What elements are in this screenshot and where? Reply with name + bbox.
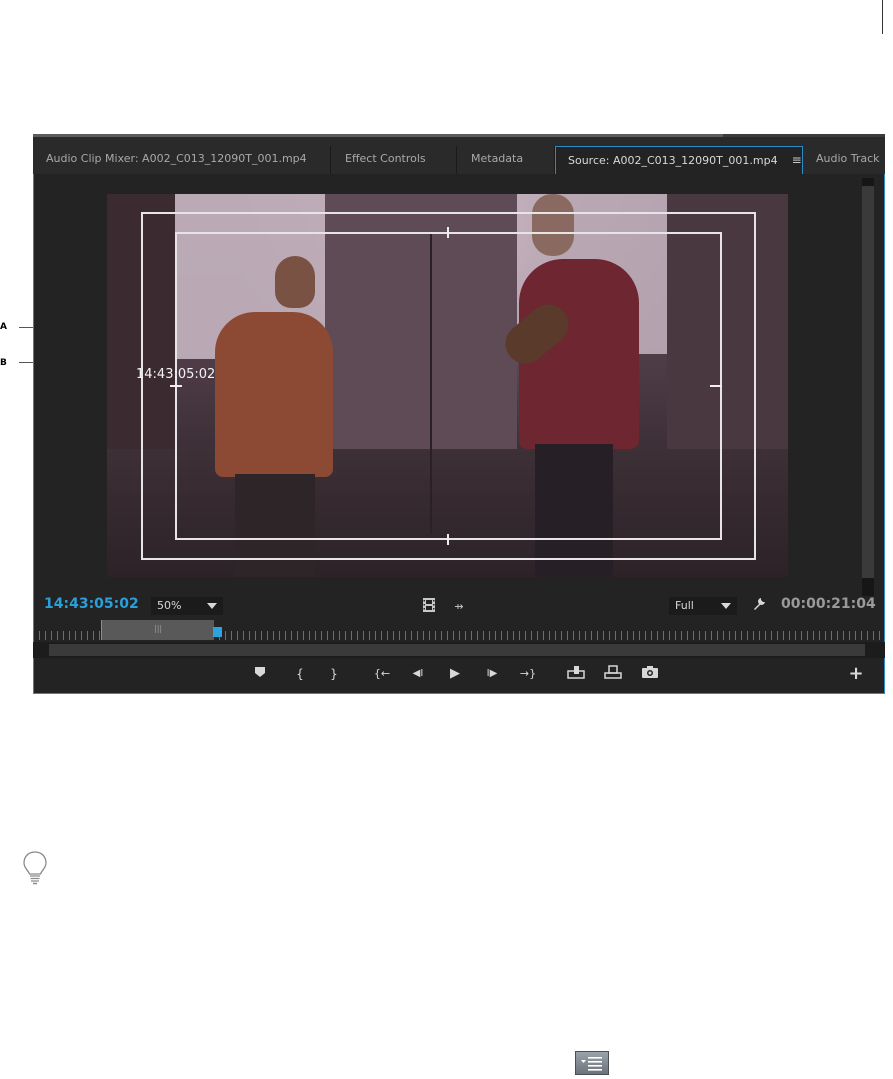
overlay-timecode: 14:43:05:02: [136, 367, 216, 382]
center-mark-right: [710, 385, 722, 387]
drag-audio-icon[interactable]: ⇸: [450, 599, 468, 615]
page-edge-mark: [882, 0, 883, 34]
film-icon[interactable]: [422, 598, 436, 617]
lightbulb-icon: [22, 850, 48, 890]
tab-effect-controls[interactable]: Effect Controls: [331, 146, 457, 174]
vertical-scrollbar[interactable]: [862, 178, 874, 596]
center-mark-left: [170, 385, 182, 387]
tab-metadata[interactable]: Metadata: [457, 146, 555, 174]
zoom-value: 50%: [157, 599, 182, 612]
go-to-out-button[interactable]: →}: [517, 665, 539, 683]
center-mark-top: [447, 227, 449, 238]
tab-label: Audio Track: [816, 152, 880, 165]
overwrite-button[interactable]: [603, 665, 623, 683]
quality-value: Full: [675, 599, 694, 612]
zoom-scroll-thumb[interactable]: [49, 644, 865, 656]
add-button-icon[interactable]: +: [847, 665, 865, 683]
playhead[interactable]: [213, 627, 222, 637]
export-frame-camera-icon[interactable]: [640, 665, 660, 683]
playhead-timecode[interactable]: 14:43:05:02: [44, 596, 139, 612]
zoom-scrollbar[interactable]: [33, 642, 885, 658]
tab-label: Audio Clip Mixer: A002_C013_12090T_001.m…: [46, 152, 307, 165]
add-marker-button[interactable]: [251, 665, 269, 683]
center-mark-bottom: [447, 534, 449, 545]
wrench-icon[interactable]: [751, 597, 767, 616]
zoom-level-select[interactable]: 50%: [151, 597, 223, 615]
in-out-range[interactable]: |||: [101, 620, 214, 640]
chevron-down-icon: [207, 603, 217, 609]
mark-in-button[interactable]: {: [291, 665, 309, 683]
tab-source[interactable]: Source: A002_C013_12090T_001.mp4 ≡: [555, 146, 803, 174]
play-button[interactable]: ▶: [446, 665, 464, 683]
tab-label: Effect Controls: [345, 152, 426, 165]
panel-tab-bar: Audio Clip Mixer: A002_C013_12090T_001.m…: [33, 134, 885, 174]
panel-menu-icon: [575, 1051, 609, 1075]
callout-a-label: A: [0, 322, 7, 332]
tab-label: Source: A002_C013_12090T_001.mp4: [568, 154, 778, 167]
callout-b-label: B: [0, 358, 7, 368]
video-preview[interactable]: [107, 194, 788, 577]
chevron-down-icon: [721, 603, 731, 609]
mark-out-button[interactable]: }: [325, 665, 343, 683]
tab-bar-scroll[interactable]: [33, 134, 885, 137]
insert-button[interactable]: [566, 665, 586, 683]
tab-audio-track[interactable]: Audio Track: [804, 146, 885, 174]
duration-timecode: 00:00:21:04: [781, 596, 876, 612]
source-monitor-panel: Audio Clip Mixer: A002_C013_12090T_001.m…: [33, 134, 885, 694]
step-back-button[interactable]: ◀I: [407, 665, 429, 683]
go-to-in-button[interactable]: {←: [371, 665, 393, 683]
tab-audio-clip-mixer[interactable]: Audio Clip Mixer: A002_C013_12090T_001.m…: [33, 146, 331, 174]
panel-menu-icon[interactable]: ≡: [792, 147, 802, 173]
tab-label: Metadata: [471, 152, 524, 165]
step-forward-button[interactable]: I▶: [481, 665, 503, 683]
vertical-scroll-thumb[interactable]: [862, 186, 874, 578]
title-safe-margin: [175, 232, 722, 540]
grip-icon: |||: [154, 624, 163, 633]
playback-resolution-select[interactable]: Full: [669, 597, 737, 615]
